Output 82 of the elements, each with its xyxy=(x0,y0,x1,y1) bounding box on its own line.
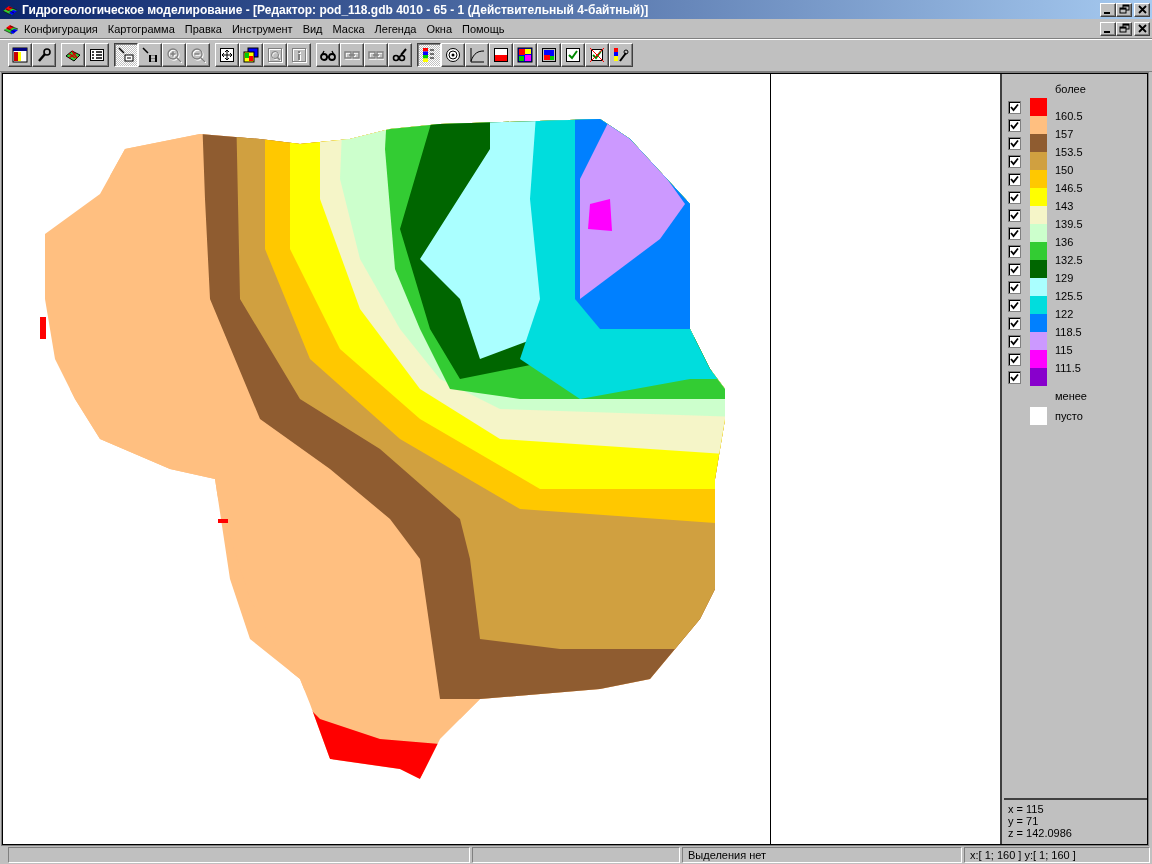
toolbar-button[interactable] xyxy=(417,43,441,67)
legend-checkbox[interactable] xyxy=(1008,371,1021,384)
menu-item[interactable]: Легенда xyxy=(369,21,422,36)
menu-item[interactable]: Окна xyxy=(421,21,457,36)
legend-value: 129 xyxy=(1055,271,1075,286)
coordinate-readout: z = 142.0986 xyxy=(1008,827,1073,839)
close-button[interactable] xyxy=(1134,21,1150,36)
legend-value: 143 xyxy=(1055,199,1075,214)
restore-icon xyxy=(1118,4,1130,15)
legend-value: 111.5 xyxy=(1055,361,1082,376)
legend-checkbox[interactable] xyxy=(1008,335,1021,348)
checkbox-icon xyxy=(565,47,581,63)
menu-item[interactable]: Вид xyxy=(297,21,328,36)
legend-value: 150 xyxy=(1055,163,1075,178)
cursor-icon xyxy=(142,47,158,63)
restore-button[interactable] xyxy=(1116,2,1132,17)
legend-value: 118.5 xyxy=(1055,325,1083,340)
curve-icon xyxy=(469,47,485,63)
legend-value: 146.5 xyxy=(1055,181,1084,196)
window-icon xyxy=(12,47,28,63)
legend-label: более xyxy=(1054,82,1087,97)
restore-button[interactable] xyxy=(1116,21,1132,36)
menu-item[interactable]: Конфигурация xyxy=(19,21,103,36)
menu-item[interactable]: Маска xyxy=(327,21,370,36)
legend-checkbox[interactable] xyxy=(1008,209,1021,222)
legend-checkbox[interactable] xyxy=(1008,281,1021,294)
status-panel: x:[ 1; 160 ] y:[ 1; 160 ] xyxy=(964,847,1150,863)
toolbar-button[interactable] xyxy=(114,43,138,67)
zoom-in-icon xyxy=(166,47,182,63)
close-icon xyxy=(1136,4,1148,15)
legend-value: 160.5 xyxy=(1055,109,1084,124)
flag-icon xyxy=(493,47,509,63)
legend-value: 115 xyxy=(1055,343,1074,358)
menu-item[interactable]: Правка xyxy=(179,21,227,36)
menu-item[interactable]: Помощь xyxy=(457,21,510,36)
legend-checkbox[interactable] xyxy=(1008,137,1021,150)
list-icon xyxy=(89,47,105,63)
coordinate-readout: y = 71 xyxy=(1008,815,1040,827)
legend-checkbox[interactable] xyxy=(1008,263,1021,276)
coordinate-readout: x = 115 xyxy=(1008,803,1045,815)
minimize-button[interactable] xyxy=(1100,21,1116,36)
window-title: Гидрогеологическое моделирование - [Редактор: pod_118.gdb 4010 - 65 - 1 (Действительный 4-байтный)] xyxy=(22,2,650,17)
menu-item[interactable]: Картограмма xyxy=(102,21,180,36)
palette-icon xyxy=(517,47,533,63)
checkbox-icon xyxy=(589,47,605,63)
status-panel: Выделения нет xyxy=(682,847,962,863)
legend-checkbox[interactable] xyxy=(1008,317,1021,330)
close-icon xyxy=(1136,23,1148,34)
legend-checkbox[interactable] xyxy=(1008,119,1021,132)
picture-icon xyxy=(541,47,557,63)
legend-checkbox[interactable] xyxy=(1008,299,1021,312)
legend-value: 122 xyxy=(1055,307,1075,322)
legend-label: пусто xyxy=(1054,410,1083,422)
legend-value: 157 xyxy=(1055,127,1075,142)
fit-icon xyxy=(219,47,235,63)
glasses-icon xyxy=(392,47,408,63)
legend-checkbox[interactable] xyxy=(1008,227,1021,240)
legend-checkbox[interactable] xyxy=(1008,101,1021,114)
legend-label: менее xyxy=(1054,389,1088,404)
minimize-button[interactable] xyxy=(1100,2,1116,17)
legend-value: 153.5 xyxy=(1055,145,1084,160)
legend-checkbox[interactable] xyxy=(1008,245,1021,258)
legend-value: 125.5 xyxy=(1055,289,1084,304)
wrench-icon xyxy=(36,47,52,63)
magnifier-icon xyxy=(267,47,283,63)
legend-value: 139.5 xyxy=(1055,217,1084,232)
legend-value: 136 xyxy=(1055,235,1075,250)
layers-icon xyxy=(243,47,259,63)
legend-icon xyxy=(613,47,629,63)
zoom-out-icon xyxy=(190,47,206,63)
restore-icon xyxy=(1118,23,1130,34)
legend-checkbox[interactable] xyxy=(1008,191,1021,204)
legend-value: 132.5 xyxy=(1055,253,1084,268)
menu-item[interactable]: Инструмент xyxy=(226,21,298,36)
info-icon xyxy=(291,47,307,63)
legend-checkbox[interactable] xyxy=(1008,353,1021,366)
legend-checkbox[interactable] xyxy=(1008,173,1021,186)
target-icon xyxy=(445,47,461,63)
close-button[interactable] xyxy=(1134,2,1150,17)
legend-icon xyxy=(421,47,437,63)
legend-checkbox[interactable] xyxy=(1008,155,1021,168)
cursor-icon xyxy=(118,47,134,63)
